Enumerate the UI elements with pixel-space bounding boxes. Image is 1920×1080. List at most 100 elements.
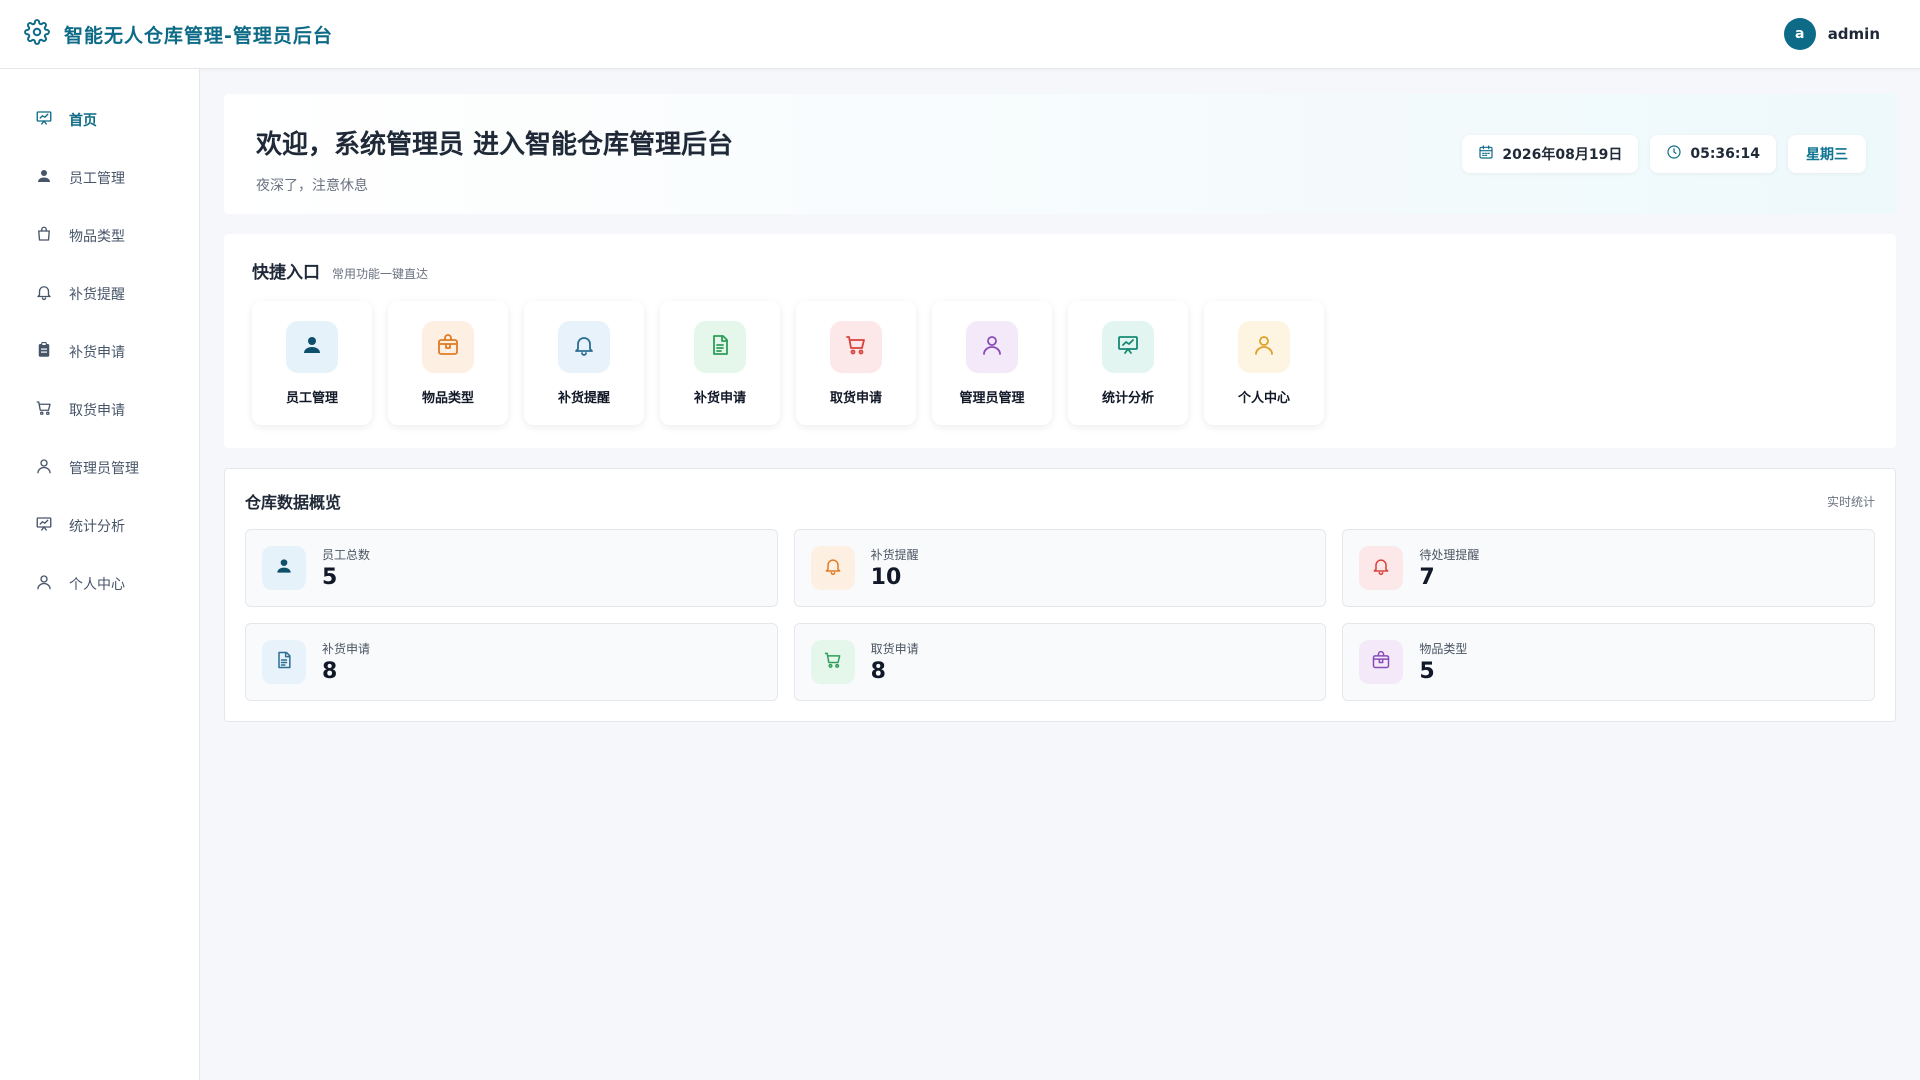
- cart-icon: [823, 650, 843, 674]
- sidebar-item-label: 取货申请: [69, 403, 125, 419]
- document-icon: [274, 650, 294, 674]
- sidebar-item-restock-requests[interactable]: 补货申请: [0, 323, 199, 381]
- stat-card-pending-alerts[interactable]: 待处理提醒 7: [1342, 529, 1875, 607]
- sidebar-item-label: 补货提醒: [69, 287, 125, 303]
- warehouse-overview-panel: 仓库数据概览 实时统计 员工总数 5 补货提醒 10 待处理提醒 7 补货申请 …: [224, 468, 1896, 722]
- sidebar-item-label: 个人中心: [69, 577, 125, 593]
- bag-icon: [35, 225, 53, 247]
- stat-icon-tile: [810, 546, 855, 590]
- stat-text: 补货提醒 10: [871, 546, 919, 590]
- stat-card-restock-alerts[interactable]: 补货提醒 10: [793, 529, 1327, 607]
- quick-card-item-types[interactable]: 物品类型: [388, 301, 508, 425]
- stat-text: 待处理提醒 7: [1419, 546, 1479, 590]
- stat-icon-tile: [262, 640, 306, 684]
- gear-icon: [24, 19, 50, 49]
- stat-value: 7: [1419, 565, 1435, 590]
- stat-value: 8: [322, 659, 338, 684]
- user-outline-icon: [1252, 333, 1276, 361]
- quick-card-statistics[interactable]: 统计分析: [1068, 301, 1188, 425]
- sidebar-item-home[interactable]: 首页: [0, 91, 199, 149]
- quick-card-label: 统计分析: [1101, 391, 1154, 406]
- sidebar-item-restock-alerts[interactable]: 补货提醒: [0, 265, 199, 323]
- quick-card-label: 员工管理: [285, 391, 338, 406]
- quick-card-restock-alerts[interactable]: 补货提醒: [524, 301, 644, 425]
- stat-label: 补货申请: [322, 642, 371, 656]
- top-header: 智能无人仓库管理-管理员后台 a admin: [0, 0, 1920, 69]
- sidebar-item-employees[interactable]: 员工管理: [0, 149, 199, 207]
- stat-value: 5: [322, 565, 338, 590]
- avatar[interactable]: a: [1783, 18, 1816, 50]
- clock-icon: [1666, 144, 1682, 164]
- quick-icon-tile: [1238, 321, 1290, 373]
- cart-icon: [844, 333, 868, 361]
- quick-icon-tile: [1102, 321, 1154, 373]
- overview-title: 仓库数据概览: [245, 493, 342, 512]
- quick-card-admins[interactable]: 管理员管理: [932, 301, 1052, 425]
- sidebar-item-admins[interactable]: 管理员管理: [0, 439, 199, 497]
- sidebar-item-label: 管理员管理: [69, 461, 139, 477]
- user-outline-icon: [35, 573, 53, 595]
- quick-card-label: 个人中心: [1237, 391, 1290, 406]
- sidebar-item-label: 员工管理: [69, 171, 125, 187]
- weekday-badge: 星期三: [1788, 135, 1866, 173]
- quick-access-grid: 员工管理 物品类型 补货提醒 补货申请 取货申请 管理员管理 统计分析 个人中心: [252, 301, 1868, 425]
- time-text: 05:36:14: [1690, 146, 1760, 162]
- sidebar-item-item-types[interactable]: 物品类型: [0, 207, 199, 265]
- user-filled-icon: [35, 167, 53, 189]
- brand[interactable]: 智能无人仓库管理-管理员后台: [24, 19, 333, 49]
- stat-card-employees[interactable]: 员工总数 5: [245, 529, 778, 607]
- quick-card-pickup-requests[interactable]: 取货申请: [796, 301, 916, 425]
- bell-icon: [35, 283, 53, 305]
- stat-card-pickup-requests[interactable]: 取货申请 8: [793, 623, 1327, 701]
- quick-card-label: 补货提醒: [557, 391, 610, 406]
- stat-icon-tile: [262, 546, 306, 590]
- box-icon: [436, 333, 460, 361]
- box-icon: [1371, 650, 1391, 674]
- sidebar-item-label: 统计分析: [69, 519, 125, 535]
- quick-card-label: 管理员管理: [959, 391, 1025, 406]
- stat-label: 补货提醒: [870, 548, 919, 562]
- stat-label: 取货申请: [870, 642, 919, 656]
- bell-icon: [572, 333, 596, 361]
- stat-label: 员工总数: [322, 548, 371, 562]
- date-text: 2026年08月19日: [1502, 147, 1623, 163]
- stats-grid: 员工总数 5 补货提醒 10 待处理提醒 7 补货申请 8 取货申请 8 物品类…: [245, 529, 1875, 701]
- bell-icon: [1371, 556, 1391, 580]
- chart-board-icon: [35, 515, 53, 537]
- calendar-icon: [1478, 144, 1494, 164]
- stat-icon-tile: [810, 640, 855, 684]
- stat-icon-tile: [1359, 546, 1404, 590]
- sidebar-item-profile[interactable]: 个人中心: [0, 555, 199, 613]
- stat-label: 物品类型: [1419, 642, 1468, 656]
- welcome-subtitle: 夜深了，注意休息: [256, 178, 368, 194]
- username[interactable]: admin: [1828, 25, 1880, 43]
- stat-text: 物品类型 5: [1419, 640, 1467, 684]
- chart-board-icon: [35, 109, 53, 131]
- sidebar: 首页 员工管理 物品类型 补货提醒 补货申请 取货申请 管理员管理 统计分析 个…: [0, 69, 200, 1080]
- quick-card-profile[interactable]: 个人中心: [1204, 301, 1324, 425]
- quick-card-restock-requests[interactable]: 补货申请: [660, 301, 780, 425]
- user-menu[interactable]: a admin: [1783, 18, 1880, 50]
- quick-card-label: 物品类型: [421, 391, 474, 406]
- stat-icon-tile: [1359, 640, 1404, 684]
- quick-icon-tile: [830, 321, 882, 373]
- weekday-text: 星期三: [1806, 147, 1848, 163]
- quick-access-header: 快捷入口 常用功能一键直达: [252, 258, 1868, 283]
- welcome-banner: 欢迎，系统管理员 进入智能仓库管理后台 夜深了，注意休息 2026年08月19日…: [224, 94, 1896, 214]
- chart-board-icon: [1116, 333, 1140, 361]
- stat-text: 补货申请 8: [322, 640, 370, 684]
- user-filled-icon: [274, 556, 294, 580]
- stat-card-item-types[interactable]: 物品类型 5: [1342, 623, 1875, 701]
- quick-icon-tile: [558, 321, 610, 373]
- stat-card-restock-requests[interactable]: 补货申请 8: [245, 623, 778, 701]
- date-badge: 2026年08月19日: [1462, 135, 1639, 173]
- sidebar-item-pickup-requests[interactable]: 取货申请: [0, 381, 199, 439]
- quick-access-panel: 快捷入口 常用功能一键直达 员工管理 物品类型 补货提醒 补货申请 取货申请 管…: [224, 234, 1896, 448]
- quick-card-employees[interactable]: 员工管理: [252, 301, 372, 425]
- user-filled-icon: [300, 333, 324, 361]
- sidebar-item-statistics[interactable]: 统计分析: [0, 497, 199, 555]
- stat-label: 待处理提醒: [1419, 548, 1480, 562]
- user-outline-icon: [980, 333, 1004, 361]
- sidebar-item-label: 物品类型: [69, 229, 125, 245]
- quick-icon-tile: [286, 321, 338, 373]
